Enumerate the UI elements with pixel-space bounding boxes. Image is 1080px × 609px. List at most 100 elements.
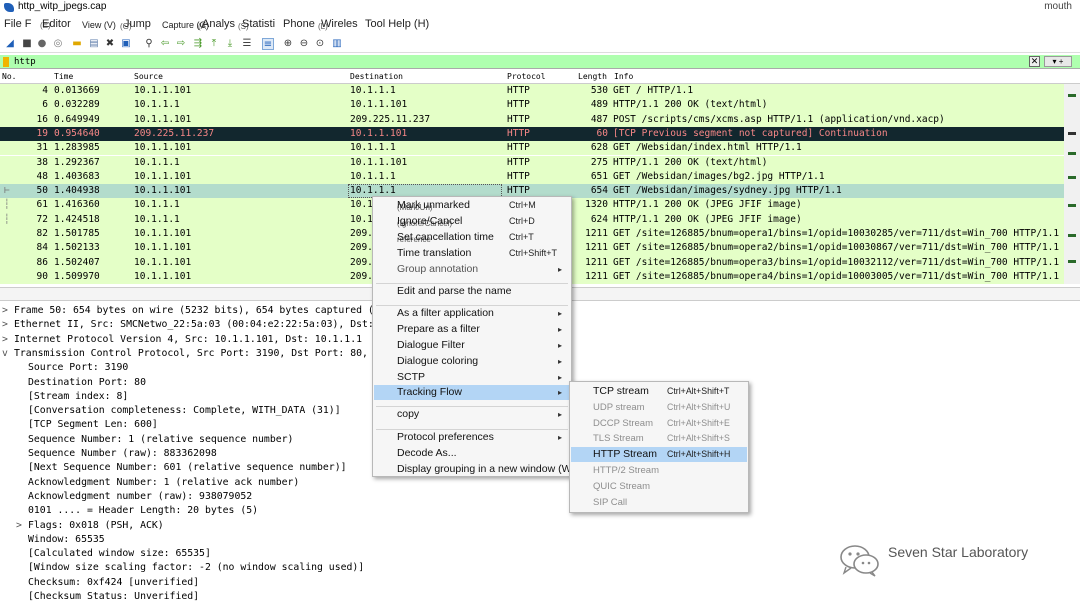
col-destination[interactable]: Destination — [350, 72, 403, 81]
tree-toggle-icon[interactable]: v — [2, 347, 14, 361]
tree-toggle-icon[interactable]: > — [2, 304, 14, 318]
context-menu-item[interactable]: copy ▸ — [374, 407, 570, 422]
submenu-item[interactable]: HTTP Stream Ctrl+Alt+Shift+H — [571, 447, 747, 462]
submenu-item[interactable]: HTTP/2 Stream — [571, 463, 747, 478]
context-menu-item[interactable]: Dialogue Filter ▸ — [374, 338, 570, 353]
menu-wireless[interactable]: Wireles — [321, 18, 358, 30]
detail-row[interactable]: [Window size scaling factor: -2 (no wind… — [16, 561, 364, 575]
context-menu-item[interactable]: Mark unmarked Ctrl+M — [374, 198, 570, 213]
restart-icon[interactable]: ● — [36, 38, 48, 50]
menu-tools-help[interactable]: Tool Help (H) — [365, 18, 429, 30]
open-icon[interactable]: ▬ — [71, 38, 83, 50]
packet-row[interactable]: 31 1.283985 10.1.1.101 10.1.1.1 HTTP 628 GET /… — [0, 141, 1064, 156]
zoom-reset-icon[interactable]: ⊙ — [314, 38, 326, 50]
close-file-icon[interactable]: ✖ — [104, 38, 116, 50]
col-protocol[interactable]: Protocol — [507, 72, 546, 81]
apply-filter-button[interactable]: ▾ + — [1044, 56, 1072, 67]
detail-row[interactable]: [Next Sequence Number: 601 (relative seq… — [16, 461, 347, 475]
goto-icon[interactable]: ⇶ — [192, 38, 204, 50]
save-icon[interactable]: ▤ — [88, 38, 100, 50]
detail-row[interactable]: [Calculated window size: 65535] — [16, 547, 211, 561]
packet-row[interactable]: 6 0.032289 10.1.1.1 10.1.1.101 HTTP 489 HTTP/1… — [0, 98, 1064, 113]
packet-row[interactable]: 4 0.013669 10.1.1.101 10.1.1.1 HTTP 530 GET / … — [0, 84, 1064, 99]
col-no[interactable]: No. — [2, 72, 16, 81]
submenu-item[interactable]: QUIC Stream — [571, 479, 747, 494]
detail-row[interactable]: [TCP Segment Len: 600] — [16, 418, 158, 432]
detail-row[interactable]: > Internet Protocol Version 4, Src: 10.1.… — [2, 333, 362, 347]
detail-row[interactable]: Checksum: 0xf424 [unverified] — [16, 576, 199, 590]
reload-icon[interactable]: ▣ — [120, 38, 132, 50]
zoom-out-icon[interactable]: ⊖ — [298, 38, 310, 50]
context-menu-item[interactable]: Time translation Ctrl+Shift+T — [374, 246, 570, 261]
packet-row[interactable]: 38 1.292367 10.1.1.1 10.1.1.101 HTTP 275 HTTP/… — [0, 155, 1064, 170]
context-menu-item[interactable]: Display grouping in a new window (W) — [374, 462, 575, 477]
forward-icon[interactable]: ⇨ — [175, 38, 187, 50]
menu-view[interactable]: View (V) — [82, 20, 116, 30]
detail-row[interactable]: Window: 65535 — [16, 533, 105, 547]
col-length[interactable]: Length — [578, 72, 607, 81]
menu-file[interactable]: File F — [4, 18, 32, 30]
context-menu-item[interactable]: Dialogue coloring ▸ — [374, 354, 570, 369]
context-menu-item[interactable]: SCTP ▸ — [374, 370, 570, 385]
display-filter-input[interactable] — [14, 55, 1024, 69]
zoom-in-icon[interactable]: ⊕ — [282, 38, 294, 50]
submenu-item[interactable]: TCP stream Ctrl+Alt+Shift+T — [571, 384, 747, 399]
first-icon[interactable]: ⤒ — [208, 38, 220, 50]
tree-toggle-icon[interactable]: > — [2, 333, 14, 347]
context-menu-item[interactable]: Set cancellation time Ctrl+T — [374, 230, 570, 245]
detail-row[interactable]: > Frame 50: 654 bytes on wire (5232 bits)… — [2, 304, 386, 318]
last-icon[interactable]: ⤓ — [224, 38, 236, 50]
col-info[interactable]: Info — [614, 72, 633, 81]
detail-row[interactable]: [Conversation completeness: Complete, WI… — [16, 404, 341, 418]
packet-row[interactable]: 19 0.954640 209.225.11.237 10.1.1.101 HTTP 60… — [0, 126, 1064, 142]
col-source[interactable]: Source — [134, 72, 163, 81]
detail-row[interactable]: Sequence Number: 1 (relative sequence nu… — [16, 433, 293, 447]
packet-list-scrollbar[interactable] — [1064, 84, 1080, 284]
detail-row[interactable]: > Flags: 0x018 (PSH, ACK) — [16, 519, 164, 533]
back-icon[interactable]: ⇦ — [159, 38, 171, 50]
detail-row[interactable]: v Transmission Control Protocol, Src Port… — [2, 347, 386, 361]
submenu-item[interactable]: DCCP Stream Ctrl+Alt+Shift+E — [571, 416, 747, 431]
detail-row[interactable]: Source Port: 3190 — [16, 361, 128, 375]
context-menu-item[interactable]: As a filter application ▸ — [374, 306, 570, 321]
submenu-item[interactable]: TLS Stream Ctrl+Alt+Shift+S — [571, 431, 747, 446]
detail-text: [Stream index: 8] — [28, 390, 129, 402]
shark-start-icon[interactable]: ◢ — [4, 38, 16, 50]
menu-go[interactable]: Jump — [124, 18, 151, 30]
menu-statistics[interactable]: Statisti — [242, 18, 275, 30]
resize-columns-icon[interactable]: ▥ — [331, 38, 343, 50]
detail-row[interactable]: [Checksum Status: Unverified] — [16, 590, 199, 604]
tree-toggle-icon[interactable]: > — [16, 519, 28, 533]
clear-filter-icon[interactable]: ✕ — [1029, 56, 1040, 67]
context-menu-item[interactable]: Prepare as a filter ▸ — [374, 322, 570, 337]
detail-row[interactable]: > Ethernet II, Src: SMCNetwo_22:5a:03 (00… — [2, 318, 386, 332]
detail-row[interactable]: Acknowledgment Number: 1 (relative ack n… — [16, 476, 299, 490]
find-icon[interactable]: ⚲ — [143, 38, 155, 50]
bookmark-icon[interactable] — [3, 57, 9, 67]
options-icon[interactable]: ◎ — [52, 38, 64, 50]
packet-row[interactable]: 48 1.403683 10.1.1.101 10.1.1.1 HTTP 651 GET /… — [0, 169, 1064, 185]
context-menu-item[interactable]: Protocol preferences ▸ — [374, 430, 570, 445]
detail-row[interactable]: [Stream index: 8] — [16, 390, 128, 404]
packet-dst: 209. — [350, 256, 373, 268]
autoscroll-icon[interactable]: ☰ — [241, 38, 253, 50]
menu-analyze[interactable]: Analys — [202, 18, 235, 30]
detail-row[interactable]: Destination Port: 80 — [16, 376, 146, 390]
submenu-item[interactable]: UDP stream Ctrl+Alt+Shift+U — [571, 400, 747, 415]
context-menu-item[interactable]: Tracking Flow ▸ — [374, 385, 570, 400]
context-menu-item[interactable]: Ignore/Cancel Ctrl+D — [374, 214, 570, 229]
stop-icon[interactable]: ■ — [21, 38, 33, 50]
col-time[interactable]: Time — [54, 72, 73, 81]
context-menu-item[interactable]: Group annotation ▸ — [374, 262, 570, 277]
submenu-item[interactable]: SIP Call — [571, 495, 747, 510]
packet-row[interactable]: 16 0.649949 10.1.1.101 209.225.11.237 HTTP 48… — [0, 112, 1064, 127]
context-menu-item[interactable]: Edit and parse the name — [374, 284, 570, 299]
detail-row[interactable]: 0101 .... = Header Length: 20 bytes (5) — [16, 504, 258, 518]
tree-toggle-icon[interactable]: > — [2, 318, 14, 332]
menu-edit[interactable]: Editor — [42, 18, 71, 30]
colorize-icon[interactable]: ≡ — [262, 38, 274, 50]
detail-row[interactable]: Acknowledgment number (raw): 938079052 — [16, 490, 252, 504]
detail-row[interactable]: Sequence Number (raw): 883362098 — [16, 447, 217, 461]
context-menu-item[interactable]: Decode As... — [374, 446, 570, 461]
menu-telephony[interactable]: Phone — [283, 18, 315, 30]
